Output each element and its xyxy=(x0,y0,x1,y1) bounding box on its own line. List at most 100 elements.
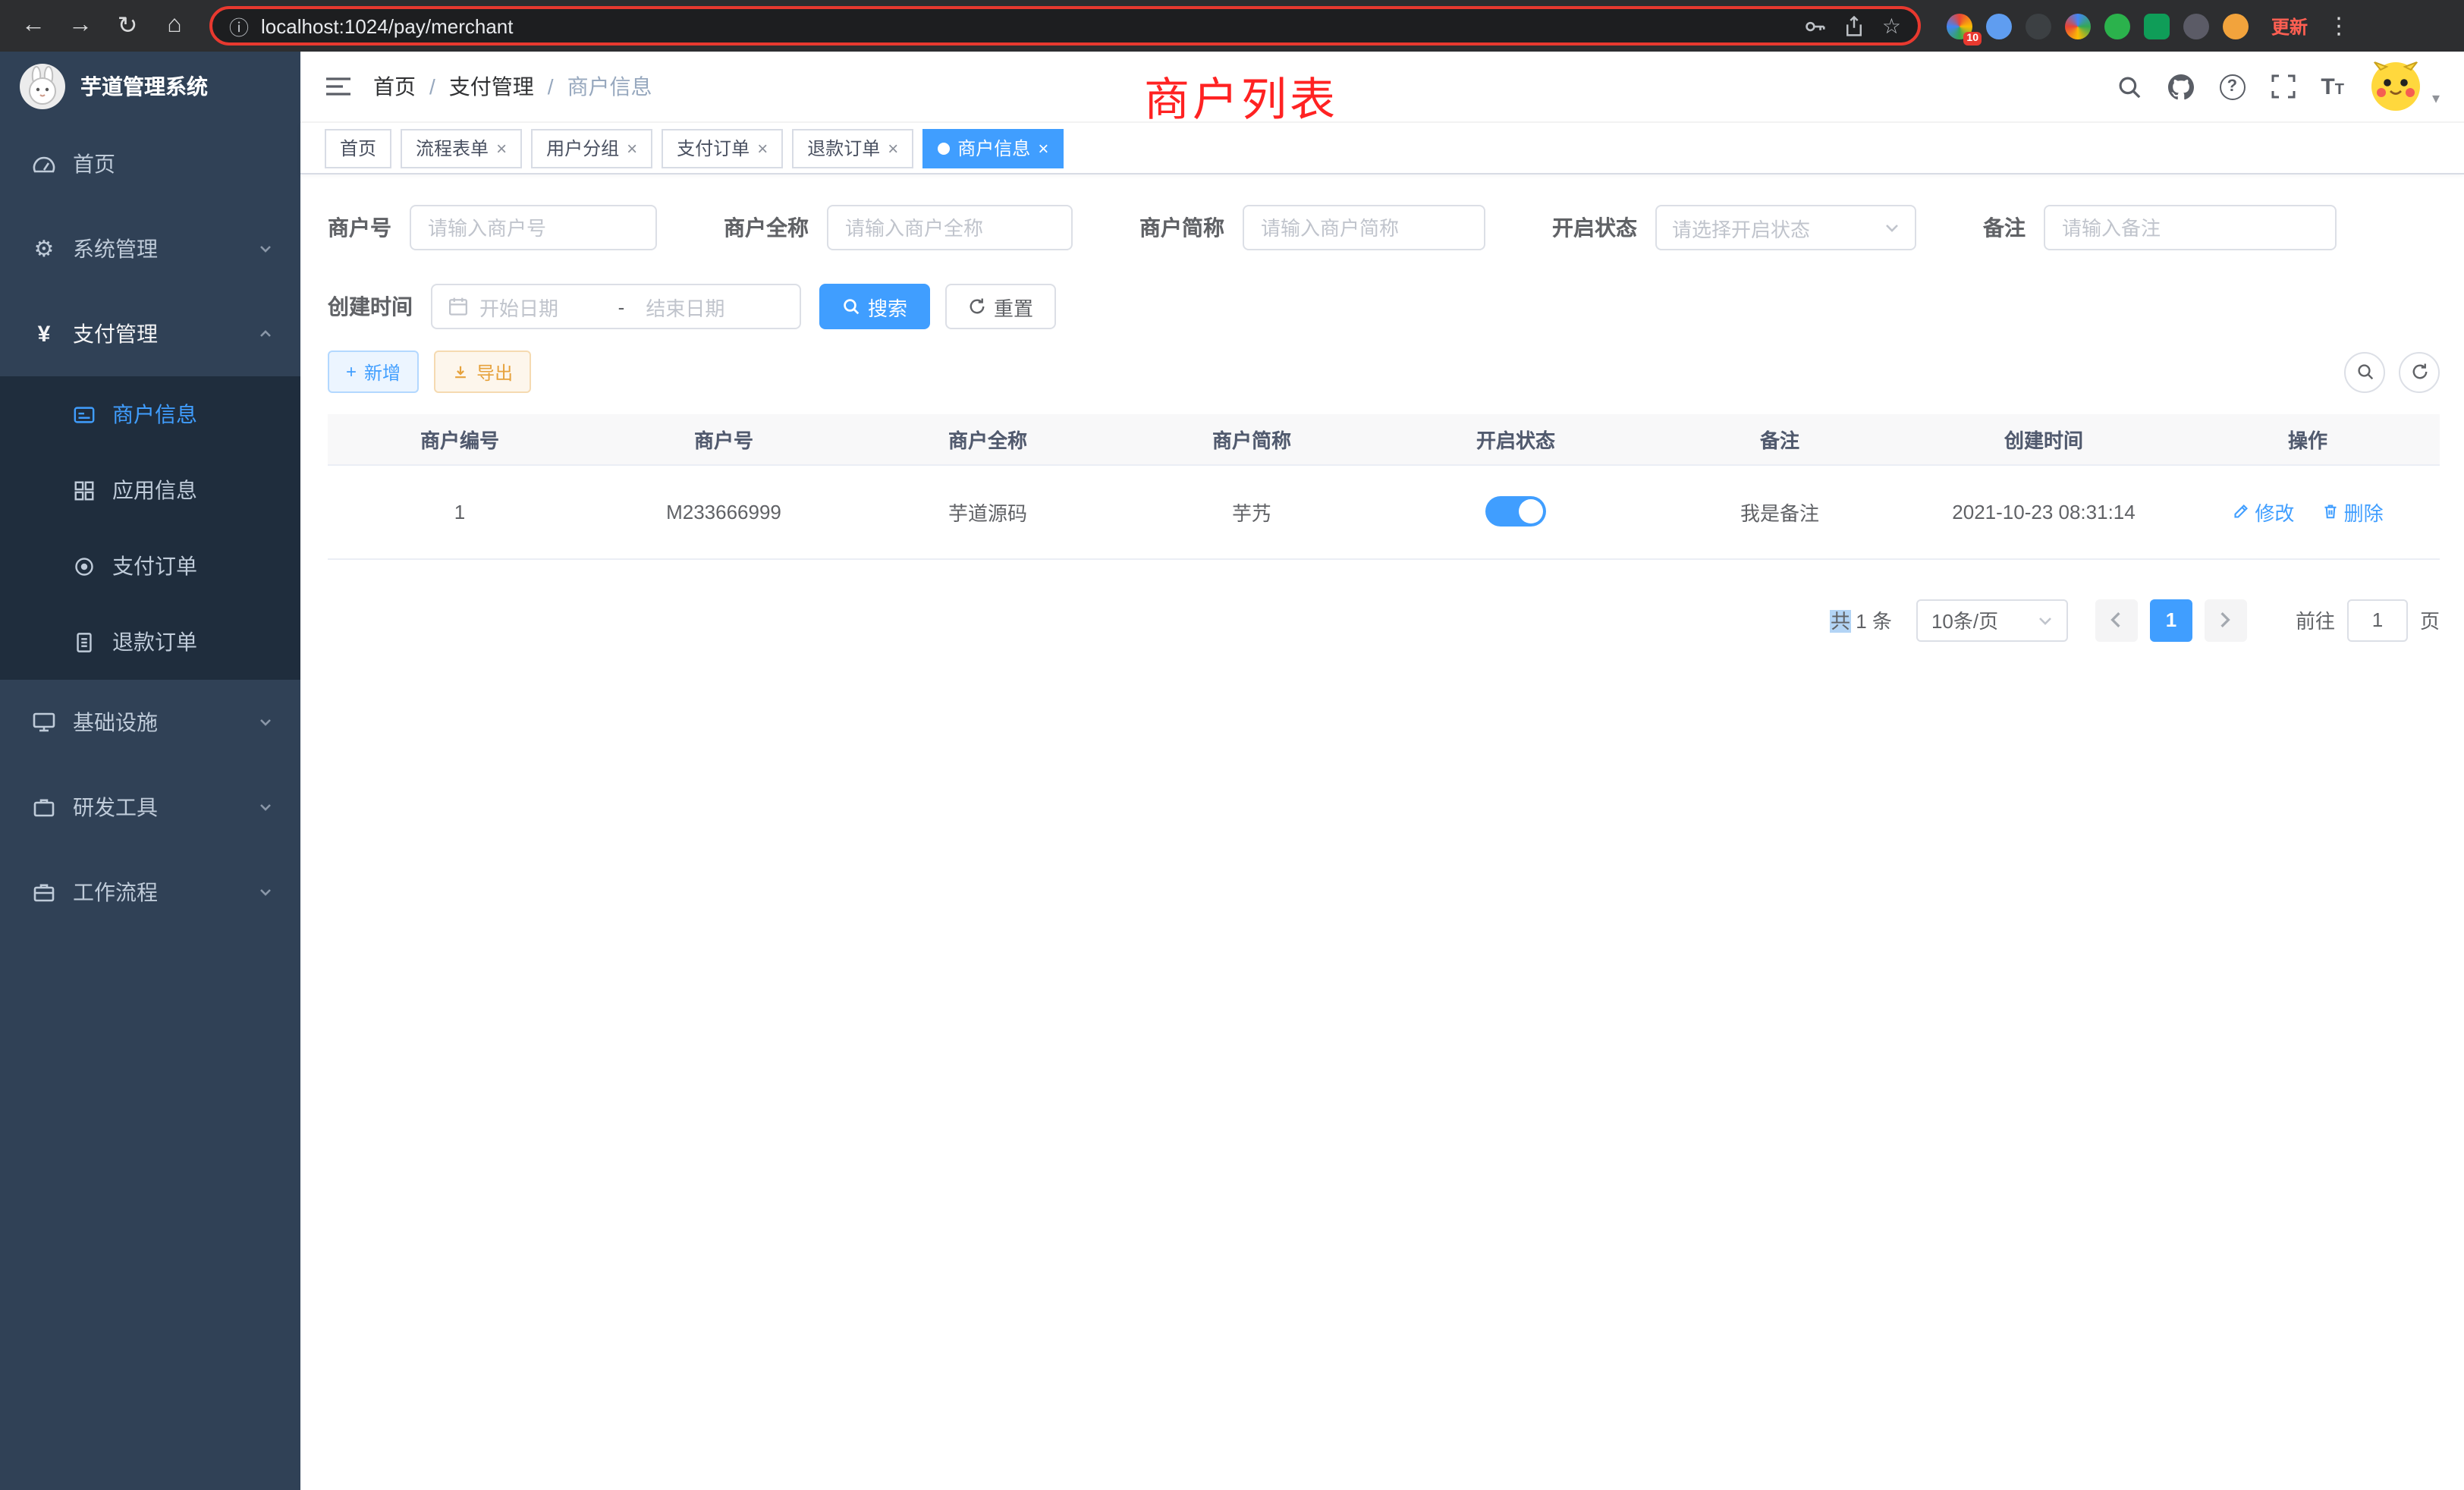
tab-refund-orders[interactable]: 退款订单 × xyxy=(792,128,913,168)
tab-home[interactable]: 首页 xyxy=(325,128,391,168)
close-icon[interactable]: × xyxy=(757,139,768,157)
sidebar-item-label: 商户信息 xyxy=(112,399,273,429)
end-date-placeholder: 结束日期 xyxy=(646,292,784,321)
share-icon[interactable] xyxy=(1844,14,1865,37)
bookmark-star-icon[interactable]: ☆ xyxy=(1882,13,1901,39)
sidebar-item-payment[interactable]: ¥ 支付管理 xyxy=(0,291,300,376)
browser-update-button[interactable]: 更新 xyxy=(2271,13,2308,39)
breadcrumb-item-payment[interactable]: 支付管理 xyxy=(449,71,534,102)
form-field-full-name: 商户全称 xyxy=(724,205,1073,250)
export-button[interactable]: 导出 xyxy=(434,350,531,393)
calendar-icon xyxy=(448,296,469,317)
extension-icon-face[interactable] xyxy=(2223,13,2249,39)
user-avatar[interactable] xyxy=(2370,61,2422,112)
reset-button[interactable]: 重置 xyxy=(945,284,1056,329)
delete-link[interactable]: 删除 xyxy=(2321,497,2384,526)
tab-payment-orders[interactable]: 支付订单 × xyxy=(662,128,783,168)
field-label: 商户简称 xyxy=(1139,212,1243,243)
status-select[interactable]: 请选择开启状态 xyxy=(1655,205,1916,250)
date-separator: - xyxy=(618,295,625,318)
github-icon[interactable] xyxy=(2167,74,2193,99)
extension-icon-dark[interactable] xyxy=(2026,13,2051,39)
cell-short-name: 芋艿 xyxy=(1120,464,1384,558)
prev-page-button[interactable] xyxy=(2095,599,2138,641)
page-size-select[interactable]: 10条/页 xyxy=(1916,599,2068,641)
close-icon[interactable]: × xyxy=(496,139,507,157)
logo-rabbit-avatar xyxy=(20,64,65,109)
extension-icon-sheets[interactable] xyxy=(2144,13,2170,39)
pagination-total-count: 1 条 xyxy=(1856,610,1892,633)
plus-icon: + xyxy=(346,361,357,382)
close-icon[interactable]: × xyxy=(627,139,637,157)
app-logo[interactable]: 芋道管理系统 xyxy=(0,52,300,121)
close-icon[interactable]: × xyxy=(1038,139,1048,157)
column-header: 商户编号 xyxy=(328,414,592,464)
tab-merchant-info[interactable]: 商户信息 × xyxy=(922,128,1064,168)
toggle-search-button[interactable] xyxy=(2344,351,2385,392)
download-icon xyxy=(452,363,469,380)
search-button[interactable]: 搜索 xyxy=(819,284,930,329)
address-bar[interactable]: ⓘ localhost:1024/pay/merchant ☆ xyxy=(209,6,1921,46)
browser-home-button[interactable]: ⌂ xyxy=(156,8,193,44)
sidebar-item-workflow[interactable]: 工作流程 xyxy=(0,850,300,935)
chevron-down-icon xyxy=(258,241,273,256)
sidebar-item-app-info[interactable]: 应用信息 xyxy=(0,452,300,528)
status-toggle[interactable] xyxy=(1485,496,1546,527)
close-icon[interactable]: × xyxy=(888,139,898,157)
remark-input[interactable] xyxy=(2044,205,2337,250)
sidebar-item-home[interactable]: 首页 xyxy=(0,121,300,206)
add-button[interactable]: + 新增 xyxy=(328,350,419,393)
url-text: localhost:1024/pay/merchant xyxy=(261,14,1793,37)
cell-remark: 我是备注 xyxy=(1648,464,1912,558)
extension-icon-green-check[interactable] xyxy=(2104,13,2130,39)
create-time-range-picker[interactable]: 开始日期 - 结束日期 xyxy=(431,284,801,329)
merchant-full-name-input[interactable] xyxy=(827,205,1073,250)
site-info-icon[interactable]: ⓘ xyxy=(229,11,249,40)
browser-forward-button[interactable]: → xyxy=(62,8,99,44)
next-page-button[interactable] xyxy=(2205,599,2247,641)
dashboard-icon xyxy=(27,152,61,176)
refresh-table-button[interactable] xyxy=(2399,351,2440,392)
browser-reload-button[interactable]: ↻ xyxy=(109,8,146,44)
column-header: 商户全称 xyxy=(856,414,1120,464)
fullscreen-icon[interactable] xyxy=(2271,74,2295,99)
app-frame: 芋道管理系统 首页 ⚙ 系统管理 xyxy=(0,52,2464,1490)
breadcrumb-item-home[interactable]: 首页 xyxy=(373,71,416,102)
browser-menu-icon[interactable]: ⋮ xyxy=(2327,12,2350,39)
sidebar-item-label: 系统管理 xyxy=(73,234,258,264)
sidebar-item-system[interactable]: ⚙ 系统管理 xyxy=(0,206,300,291)
sidebar-item-refund-orders[interactable]: 退款订单 xyxy=(0,604,300,680)
goto-page-input[interactable] xyxy=(2347,599,2408,641)
browser-extensions-area: 10 更新 ⋮ xyxy=(1947,12,2350,39)
field-label: 创建时间 xyxy=(328,291,431,322)
page-1-button[interactable]: 1 xyxy=(2150,599,2192,641)
help-icon[interactable]: ? xyxy=(2219,74,2245,99)
column-header: 商户号 xyxy=(592,414,856,464)
tab-process-form[interactable]: 流程表单 × xyxy=(401,128,522,168)
merchant-short-name-input[interactable] xyxy=(1243,205,1485,250)
form-field-status: 开启状态 请选择开启状态 xyxy=(1552,205,1916,250)
grid-icon xyxy=(67,479,100,501)
form-field-create-time: 创建时间 开始日期 - 结束日期 xyxy=(328,284,801,329)
tab-label: 退款订单 xyxy=(807,135,880,161)
extension-icon-colorwheel[interactable]: 10 xyxy=(1947,13,1972,39)
sidebar-collapse-icon[interactable] xyxy=(325,74,352,99)
edit-link[interactable]: 修改 xyxy=(2232,497,2294,526)
sidebar-item-infrastructure[interactable]: 基础设施 xyxy=(0,680,300,765)
password-key-icon[interactable] xyxy=(1805,14,1828,37)
search-icon[interactable] xyxy=(2116,74,2142,99)
browser-back-button[interactable]: ← xyxy=(15,8,52,44)
extension-icon-blue-drop[interactable] xyxy=(1986,13,2012,39)
font-size-icon[interactable]: TT xyxy=(2321,75,2344,98)
extension-icon-pinwheel[interactable] xyxy=(2183,13,2209,39)
sidebar-item-dev-tools[interactable]: 研发工具 xyxy=(0,765,300,850)
add-button-label: 新增 xyxy=(364,359,401,385)
avatar-caret-icon[interactable]: ▾ xyxy=(2432,91,2440,108)
sidebar-item-merchant-info[interactable]: 商户信息 xyxy=(0,376,300,452)
target-icon xyxy=(67,555,100,577)
tab-user-group[interactable]: 用户分组 × xyxy=(531,128,652,168)
sidebar-item-payment-orders[interactable]: 支付订单 xyxy=(0,528,300,604)
breadcrumb-item-merchant: 商户信息 xyxy=(567,71,652,102)
merchant-no-input[interactable] xyxy=(410,205,657,250)
extension-icon-multicolor[interactable] xyxy=(2065,13,2091,39)
